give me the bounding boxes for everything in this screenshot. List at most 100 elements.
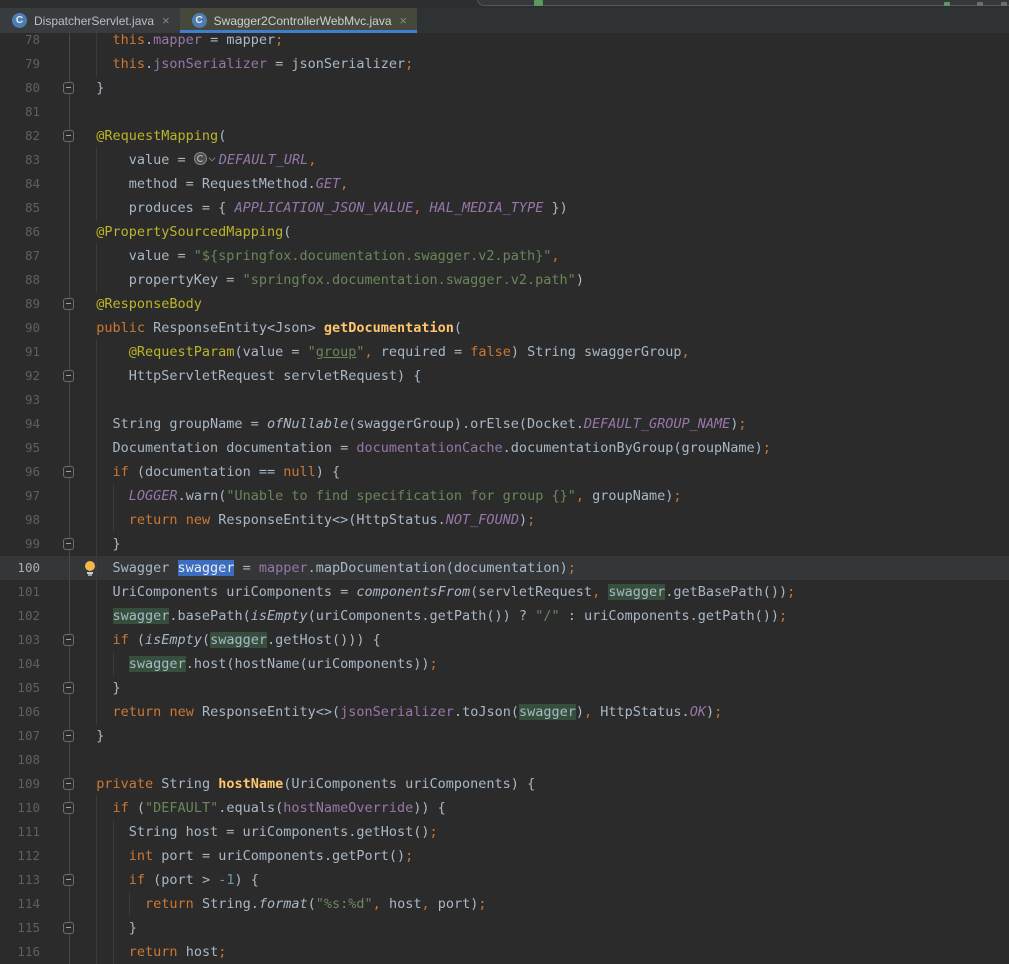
code-text[interactable]: swagger.host(hostName(uriComponents));	[80, 652, 438, 676]
code-line[interactable]: 94 String groupName = ofNullable(swagger…	[0, 412, 1009, 436]
fold-start-icon[interactable]	[63, 370, 74, 382]
code-text[interactable]: return String.format("%s:%d", host, port…	[80, 892, 487, 916]
inlay-hint-icon[interactable]	[194, 152, 219, 166]
fold-end-icon[interactable]	[63, 82, 74, 94]
code-text[interactable]: value = "${springfox.documentation.swagg…	[80, 244, 560, 268]
code-text[interactable]: }	[80, 724, 104, 748]
code-text[interactable]: return new ResponseEntity<>(HttpStatus.N…	[80, 508, 535, 532]
code-text[interactable]: }	[80, 676, 121, 700]
toolbar-icon[interactable]	[1001, 2, 1007, 6]
fold-start-icon[interactable]	[63, 802, 74, 814]
code-line[interactable]: 84 method = RequestMethod.GET,	[0, 172, 1009, 196]
code-line[interactable]: 106 return new ResponseEntity<>(jsonSeri…	[0, 700, 1009, 724]
code-line[interactable]: 92 HttpServletRequest servletRequest) {	[0, 364, 1009, 388]
code-line[interactable]: 97 LOGGER.warn("Unable to find specifica…	[0, 484, 1009, 508]
code-line[interactable]: 104 swagger.host(hostName(uriComponents)…	[0, 652, 1009, 676]
code-line[interactable]: 79 this.jsonSerializer = jsonSerializer;	[0, 52, 1009, 76]
code-text[interactable]: }	[80, 916, 137, 940]
fold-end-icon[interactable]	[63, 730, 74, 742]
code-line[interactable]: 101 UriComponents uriComponents = compon…	[0, 580, 1009, 604]
fold-end-icon[interactable]	[63, 538, 74, 550]
tab-swagger2controllerwebmvc[interactable]: C Swagger2ControllerWebMvc.java ×	[180, 8, 417, 33]
code-line[interactable]: 103 if (isEmpty(swagger.getHost())) {	[0, 628, 1009, 652]
close-icon[interactable]: ×	[162, 14, 170, 27]
code-line[interactable]: 115 }	[0, 916, 1009, 940]
code-line[interactable]: 90 public ResponseEntity<Json> getDocume…	[0, 316, 1009, 340]
tab-label: Swagger2ControllerWebMvc.java	[214, 14, 392, 28]
code-line[interactable]: 85 produces = { APPLICATION_JSON_VALUE, …	[0, 196, 1009, 220]
token-d: (servletRequest	[470, 584, 592, 600]
code-text[interactable]: private String hostName(UriComponents ur…	[80, 772, 535, 796]
code-line[interactable]: 91 @RequestParam(value = "group", requir…	[0, 340, 1009, 364]
code-text[interactable]: }	[80, 76, 104, 100]
code-text[interactable]: LOGGER.warn("Unable to find specificatio…	[80, 484, 682, 508]
code-line[interactable]: 98 return new ResponseEntity<>(HttpStatu…	[0, 508, 1009, 532]
code-line[interactable]: 81	[0, 100, 1009, 124]
code-line[interactable]: 107 }	[0, 724, 1009, 748]
code-line[interactable]: 93	[0, 388, 1009, 412]
code-line[interactable]: 114 return String.format("%s:%d", host, …	[0, 892, 1009, 916]
code-text[interactable]: @ResponseBody	[80, 292, 202, 316]
code-line[interactable]: 99 }	[0, 532, 1009, 556]
toolbar-icon[interactable]	[977, 2, 983, 6]
code-text[interactable]: return new ResponseEntity<>(jsonSerializ…	[80, 700, 722, 724]
toolbar-run-icon[interactable]	[944, 2, 950, 6]
code-line[interactable]: 80 }	[0, 76, 1009, 100]
code-text[interactable]: method = RequestMethod.GET,	[80, 172, 348, 196]
code-text[interactable]: this.jsonSerializer = jsonSerializer;	[80, 52, 413, 76]
code-text[interactable]: @RequestMapping(	[80, 124, 226, 148]
code-text[interactable]: String groupName = ofNullable(swaggerGro…	[80, 412, 747, 436]
code-line[interactable]: 113 if (port > -1) {	[0, 868, 1009, 892]
code-line[interactable]: 116 return host;	[0, 940, 1009, 964]
fold-start-icon[interactable]	[63, 778, 74, 790]
code-line[interactable]: 112 int port = uriComponents.getPort();	[0, 844, 1009, 868]
code-text[interactable]: Documentation documentation = documentat…	[80, 436, 771, 460]
close-icon[interactable]: ×	[400, 14, 408, 27]
code-text[interactable]: @RequestParam(value = "group", required …	[80, 340, 690, 364]
code-line[interactable]: 110 if ("DEFAULT".equals(hostNameOverrid…	[0, 796, 1009, 820]
code-line[interactable]: 82 @RequestMapping(	[0, 124, 1009, 148]
code-text[interactable]: produces = { APPLICATION_JSON_VALUE, HAL…	[80, 196, 568, 220]
code-line[interactable]: 109 private String hostName(UriComponent…	[0, 772, 1009, 796]
code-text[interactable]: Swagger swagger = mapper.mapDocumentatio…	[80, 556, 576, 580]
code-line[interactable]: 108	[0, 748, 1009, 772]
code-line[interactable]: 102 swagger.basePath(isEmpty(uriComponen…	[0, 604, 1009, 628]
code-text[interactable]: propertyKey = "springfox.documentation.s…	[80, 268, 584, 292]
fold-start-icon[interactable]	[63, 874, 74, 886]
fold-end-icon[interactable]	[63, 922, 74, 934]
code-text[interactable]: if (documentation == null) {	[80, 460, 340, 484]
token-k: ,	[308, 152, 316, 168]
code-line[interactable]: 95 Documentation documentation = documen…	[0, 436, 1009, 460]
token-k: false	[470, 344, 511, 360]
code-text[interactable]: swagger.basePath(isEmpty(uriComponents.g…	[80, 604, 787, 628]
code-line[interactable]: 87 value = "${springfox.documentation.sw…	[0, 244, 1009, 268]
code-text[interactable]: UriComponents uriComponents = components…	[80, 580, 795, 604]
run-search-widget[interactable]	[477, 0, 1009, 6]
code-line[interactable]: 111 String host = uriComponents.getHost(…	[0, 820, 1009, 844]
code-text[interactable]: int port = uriComponents.getPort();	[80, 844, 413, 868]
code-line[interactable]: 88 propertyKey = "springfox.documentatio…	[0, 268, 1009, 292]
code-line[interactable]: 100 Swagger swagger = mapper.mapDocument…	[0, 556, 1009, 580]
code-text[interactable]: return host;	[80, 940, 226, 964]
code-line[interactable]: 105 }	[0, 676, 1009, 700]
tab-dispatcherservlet[interactable]: C DispatcherServlet.java ×	[0, 8, 180, 33]
code-line[interactable]: 83 value = DEFAULT_URL,	[0, 148, 1009, 172]
code-text[interactable]: if ("DEFAULT".equals(hostNameOverride)) …	[80, 796, 446, 820]
code-text[interactable]: @PropertySourcedMapping(	[80, 220, 291, 244]
code-text[interactable]: }	[80, 532, 121, 556]
code-text[interactable]: value = DEFAULT_URL,	[80, 148, 316, 172]
fold-start-icon[interactable]	[63, 130, 74, 142]
code-text[interactable]: if (isEmpty(swagger.getHost())) {	[80, 628, 381, 652]
code-text[interactable]: String host = uriComponents.getHost();	[80, 820, 438, 844]
code-line[interactable]: 86 @PropertySourcedMapping(	[0, 220, 1009, 244]
code-line[interactable]: 89 @ResponseBody	[0, 292, 1009, 316]
code-text[interactable]: HttpServletRequest servletRequest) {	[80, 364, 421, 388]
fold-end-icon[interactable]	[63, 682, 74, 694]
fold-end-icon[interactable]	[63, 298, 74, 310]
code-text[interactable]: public ResponseEntity<Json> getDocumenta…	[80, 316, 462, 340]
fold-start-icon[interactable]	[63, 634, 74, 646]
code-editor[interactable]: 78 this.mapper = mapper;79 this.jsonSeri…	[0, 28, 1009, 964]
fold-start-icon[interactable]	[63, 466, 74, 478]
code-line[interactable]: 96 if (documentation == null) {	[0, 460, 1009, 484]
code-text[interactable]: if (port > -1) {	[80, 868, 259, 892]
